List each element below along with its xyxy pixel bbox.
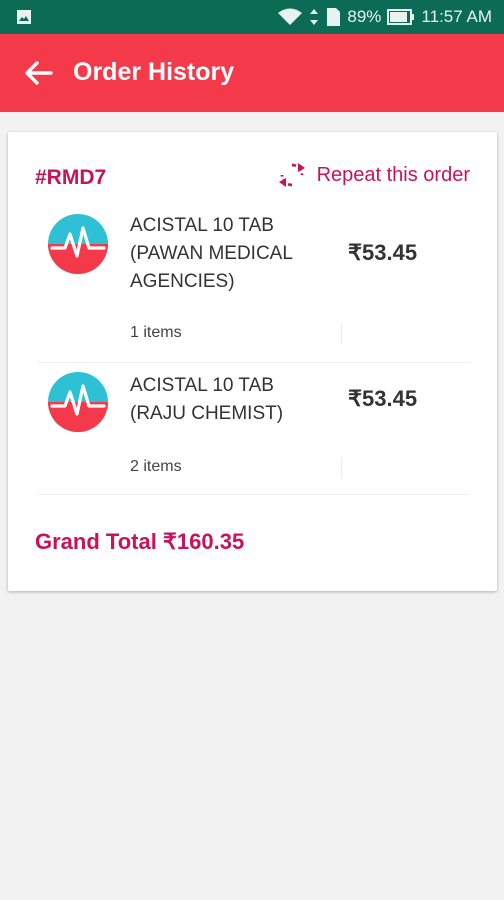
image-notification-icon — [17, 10, 31, 24]
item-price: ₹53.45 — [348, 240, 418, 265]
divider — [341, 458, 342, 478]
repeat-order-button[interactable]: Repeat this order — [278, 162, 470, 188]
item-count: 1 items — [130, 324, 182, 341]
wifi-icon — [278, 8, 303, 25]
divider — [341, 324, 342, 344]
repeat-order-label: Repeat this order — [316, 163, 470, 186]
item-name: ACISTAL 10 TAB (RAJU CHEMIST) — [130, 375, 284, 424]
order-item[interactable]: ACISTAL 10 TAB (RAJU CHEMIST) ₹53.45 2 i… — [38, 362, 470, 495]
refresh-icon — [278, 163, 305, 187]
order-id: #RMD7 — [35, 166, 107, 189]
app-bar: Order History — [0, 34, 504, 112]
arrow-left-icon[interactable] — [22, 59, 54, 87]
status-bar: 89% 11:57 AM — [0, 0, 504, 34]
clock-time: 11:57 AM — [421, 7, 492, 26]
item-price: ₹53.45 — [348, 386, 418, 411]
order-card: #RMD7 Repeat this order ACISTAL 10 TAB (… — [8, 132, 497, 591]
item-count: 2 items — [130, 458, 182, 475]
data-arrows-icon — [310, 9, 319, 25]
grand-total: Grand Total ₹160.35 — [35, 529, 245, 554]
page-title: Order History — [73, 58, 235, 86]
battery-icon — [387, 9, 415, 25]
heartbeat-logo-icon — [48, 214, 108, 274]
order-item[interactable]: ACISTAL 10 TAB (PAWAN MEDICAL AGENCIES) … — [38, 202, 470, 363]
status-right: 89% 11:57 AM — [277, 0, 492, 34]
battery-percent: 89% — [347, 7, 382, 26]
sim-card-icon — [327, 8, 341, 26]
heartbeat-logo-icon — [48, 372, 108, 432]
item-name: ACISTAL 10 TAB (PAWAN MEDICAL AGENCIES) — [130, 215, 293, 292]
